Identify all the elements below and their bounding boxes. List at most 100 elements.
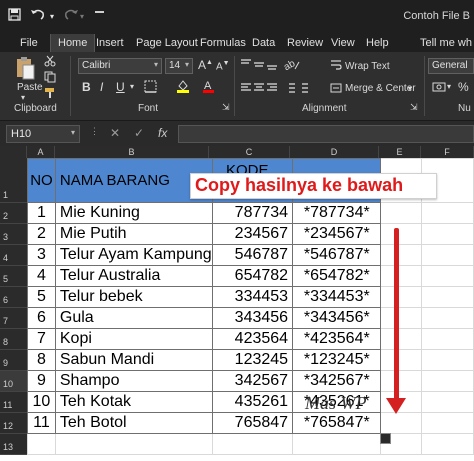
customize-toolbar-icon[interactable] [95,11,104,13]
row-header-1[interactable]: 1 [0,158,27,203]
cell-no[interactable]: 2 [27,223,56,245]
cell-kode[interactable]: 787734 [211,202,294,224]
cell[interactable] [421,349,474,371]
cell-no[interactable]: 9 [27,370,56,392]
row-header-13[interactable]: 13 [0,434,27,455]
cell-barcode[interactable]: *334453* [292,286,382,308]
cell-no[interactable]: 10 [27,391,56,413]
italic-button[interactable]: I [100,80,103,94]
row-header-9[interactable]: 9 [0,350,27,371]
row-header-10[interactable]: 10 [0,371,27,392]
cell-kode[interactable]: 343456 [211,307,294,329]
cell[interactable] [54,433,213,455]
autofill-options-icon[interactable] [380,433,391,444]
cell-barcode[interactable]: *123245* [292,349,382,371]
row-header-6[interactable]: 6 [0,287,27,308]
tab-file[interactable]: File [20,37,38,49]
align-left-icon[interactable] [240,82,280,97]
cell-no[interactable]: 4 [27,265,56,287]
cell-kode[interactable]: 765847 [211,412,294,434]
name-box[interactable]: H10 ▾ [6,125,80,143]
tab-page-layout[interactable]: Page Layout [136,37,198,49]
cell-barcode[interactable]: *234567* [292,223,382,245]
cell[interactable] [421,328,474,350]
decrease-font-icon[interactable]: A▼ [216,60,230,72]
cell-kode[interactable]: 234567 [211,223,294,245]
align-top-icon[interactable] [240,58,280,73]
tab-view[interactable]: View [331,37,355,49]
cell[interactable] [292,433,382,455]
cell[interactable] [380,412,423,434]
row-header-4[interactable]: 4 [0,245,27,266]
cell[interactable] [380,370,423,392]
cell-nama-barang[interactable]: Shampo [54,370,213,392]
merge-center-icon[interactable] [330,82,342,97]
dialog-launcher-icon[interactable]: ⇲ [222,102,230,113]
tell-me-search[interactable]: Tell me wh [420,37,472,49]
row-header-2[interactable]: 2 [0,203,27,224]
check-icon[interactable]: ✓ [134,126,144,140]
cell-barcode[interactable]: *423564* [292,328,382,350]
cell[interactable] [421,307,474,329]
paste-icon[interactable] [15,56,35,83]
cell-kode[interactable]: 342567 [211,370,294,392]
cell[interactable] [380,202,423,224]
paste-button[interactable]: Paste [17,82,43,93]
tab-review[interactable]: Review [287,37,323,49]
cell-no[interactable]: 8 [27,349,56,371]
cell-nama-barang[interactable]: Mie Kuning [54,202,213,224]
fill-color-icon[interactable] [176,79,190,96]
tab-data[interactable]: Data [252,37,275,49]
row-header-7[interactable]: 7 [0,308,27,329]
tab-home[interactable]: Home [50,34,96,52]
cell[interactable] [421,223,474,245]
header-cell-no[interactable]: NO [27,158,56,203]
cell[interactable] [421,202,474,224]
cell[interactable] [380,307,423,329]
tab-insert[interactable]: Insert [96,37,124,49]
font-name-select[interactable]: Calibri ▾ [78,58,162,74]
row-header-5[interactable]: 5 [0,266,27,287]
cell-no[interactable]: 5 [27,286,56,308]
row-header-12[interactable]: 12 [0,413,27,434]
cell-nama-barang[interactable]: Telur Ayam Kampung [54,244,213,266]
cell-barcode[interactable]: *343456* [292,307,382,329]
row-header-8[interactable]: 8 [0,329,27,350]
cell-nama-barang[interactable]: Teh Botol [54,412,213,434]
formula-input[interactable] [178,125,474,143]
underline-button[interactable]: U [116,80,125,94]
chevron-down-icon[interactable]: ▾ [447,82,451,91]
cell[interactable] [211,433,294,455]
chevron-down-icon[interactable]: ▾ [130,82,134,91]
cell-nama-barang[interactable]: Sabun Mandi [54,349,213,371]
cell[interactable] [421,286,474,308]
format-painter-icon[interactable] [44,87,56,102]
row-header-11[interactable]: 11 [0,392,27,413]
drag-handle-icon[interactable]: ⋮ [90,126,99,137]
cell[interactable] [380,265,423,287]
cell-nama-barang[interactable]: Gula [54,307,213,329]
cell[interactable] [421,433,474,455]
cell[interactable] [380,286,423,308]
copy-icon[interactable] [44,71,56,86]
wrap-text-button[interactable]: Wrap Text [345,61,390,72]
cell-nama-barang[interactable]: Mie Putih [54,223,213,245]
cell[interactable] [421,370,474,392]
tab-formulas[interactable]: Formulas [200,37,246,49]
dialog-launcher-icon[interactable]: ⇲ [410,102,418,113]
cell-no[interactable]: 1 [27,202,56,224]
cell-no[interactable]: 11 [27,412,56,434]
cell-kode[interactable]: 123245 [211,349,294,371]
wrap-text-icon[interactable] [330,59,342,74]
cell-kode[interactable]: 546787 [211,244,294,266]
cut-icon[interactable] [44,55,56,70]
cell-kode[interactable]: 423564 [211,328,294,350]
chevron-down-icon[interactable]: ▾ [80,12,84,21]
cell[interactable] [380,349,423,371]
cell-barcode[interactable]: *654782* [292,265,382,287]
column-header-d[interactable]: D [290,146,379,158]
font-color-icon[interactable]: A [202,79,215,96]
cell[interactable] [380,223,423,245]
cancel-icon[interactable]: ✕ [110,126,120,140]
chevron-down-icon[interactable]: ▾ [50,12,54,21]
